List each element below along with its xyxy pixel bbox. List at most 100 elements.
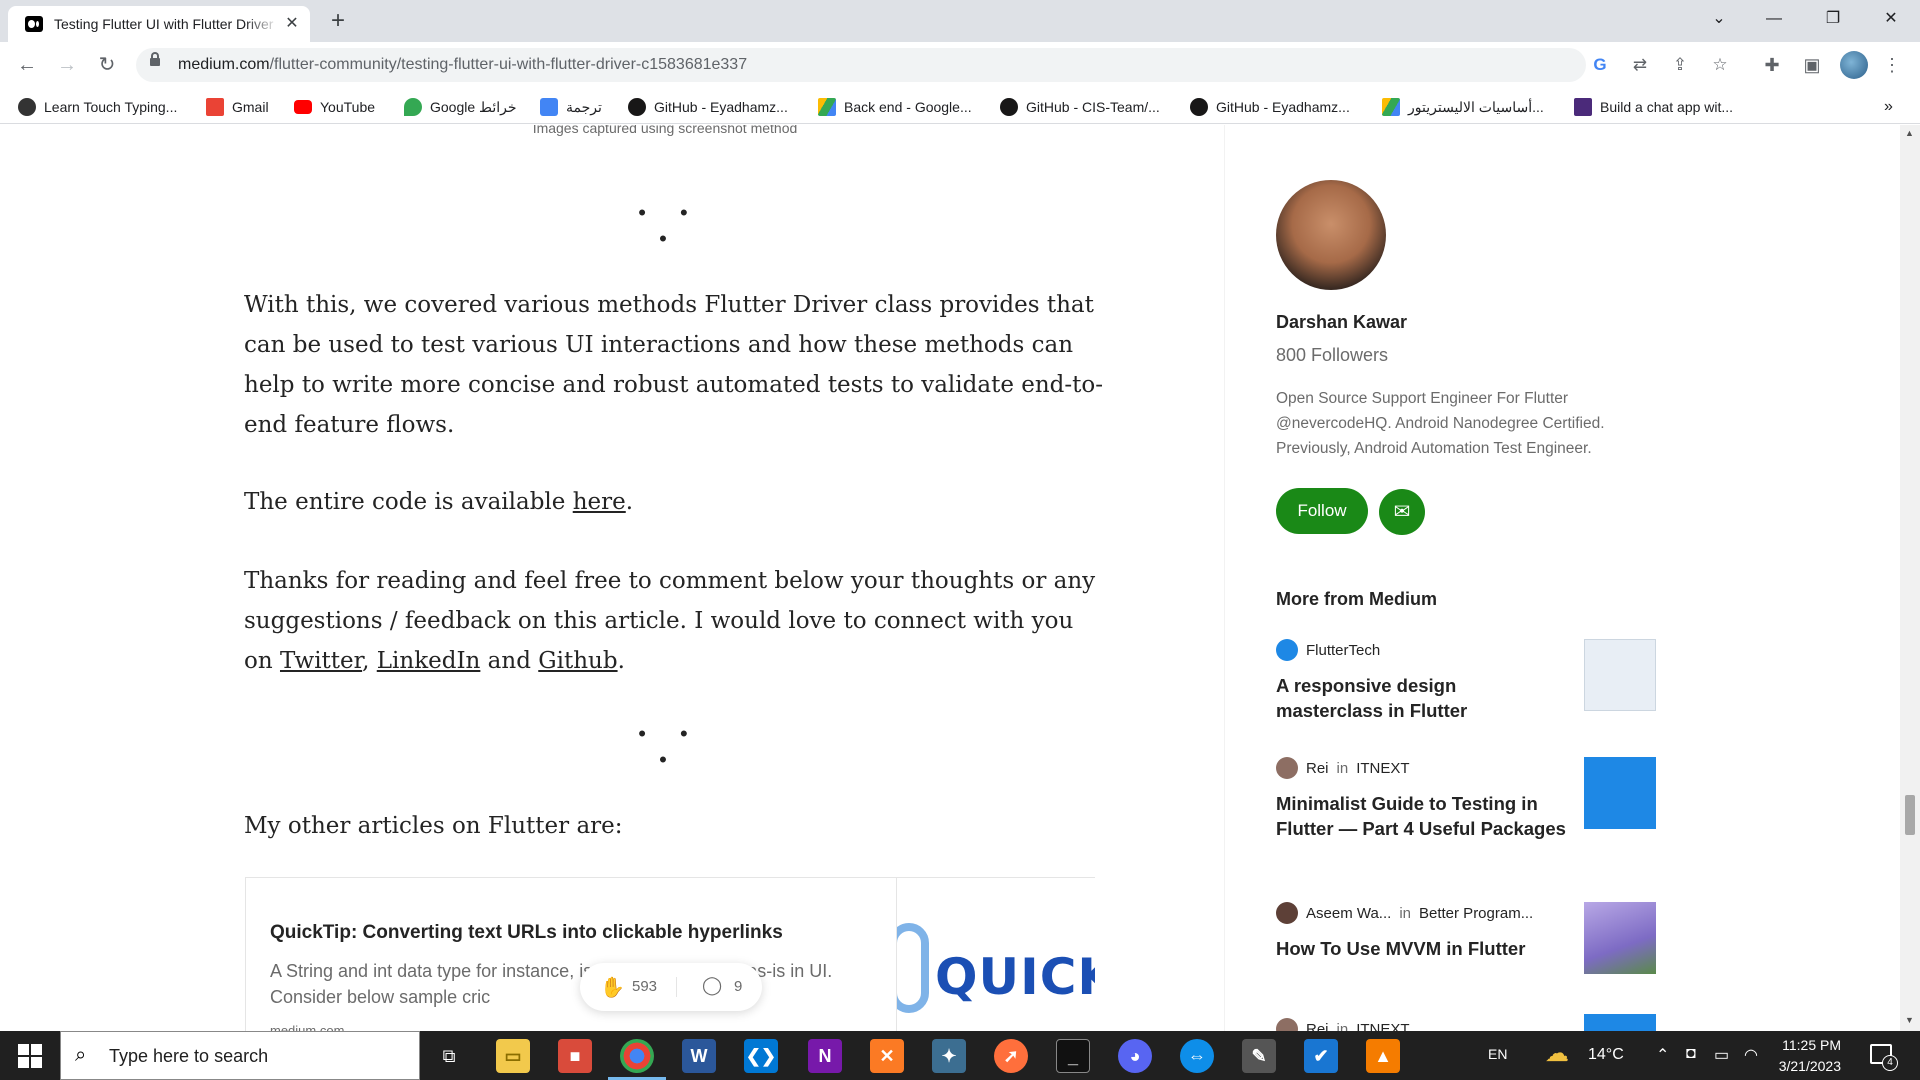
follow-button[interactable]: Follow [1276, 488, 1368, 534]
response-bubble-icon[interactable]: ◯ [702, 975, 722, 996]
page-scrollbar[interactable]: ▲ ▼ [1900, 125, 1920, 1031]
subscribe-email-icon[interactable]: ✉ [1379, 489, 1425, 535]
new-tab-button[interactable]: + [324, 8, 352, 36]
drive-icon [1382, 98, 1400, 116]
search-icon: ⌕ [75, 1044, 87, 1066]
story-title[interactable]: A responsive design masterclass in Flutt… [1276, 673, 1566, 723]
word-icon[interactable]: W [682, 1039, 716, 1073]
linkedin-link[interactable]: LinkedIn [377, 648, 481, 674]
restore-button[interactable]: ❐ [1810, 4, 1856, 34]
story-thumbnail[interactable] [1584, 639, 1656, 711]
profile-avatar[interactable] [1840, 51, 1868, 79]
address-bar[interactable]: medium.com/flutter-community/testing-flu… [136, 48, 1728, 82]
back-icon[interactable]: ← [12, 50, 42, 80]
drive-icon [818, 98, 836, 116]
discord-icon[interactable]: ◕ [1118, 1039, 1152, 1073]
bookmark-item[interactable]: Back end - Google... [818, 96, 972, 118]
menu-kebab-icon[interactable]: ⋮ [1878, 51, 1906, 79]
windows-start-icon[interactable] [18, 1044, 42, 1068]
typing-icon [18, 98, 36, 116]
translate-page-icon[interactable]: ⇄ [1628, 53, 1652, 77]
onenote-icon[interactable]: N [808, 1039, 842, 1073]
notification-count: 4 [1882, 1055, 1898, 1071]
bookmarks-overflow-icon[interactable]: » [1884, 96, 1893, 118]
extensions-icon[interactable]: ✚ [1758, 51, 1786, 79]
bookmark-item[interactable]: GitHub - Eyadhamz... [628, 96, 788, 118]
temperature[interactable]: 14°C [1588, 1046, 1624, 1064]
lock-icon[interactable] [150, 52, 160, 66]
task-view-icon[interactable]: ⧉ [432, 1039, 466, 1073]
github-icon [628, 98, 646, 116]
clap-icon[interactable]: ✋ [600, 975, 625, 1000]
recommended-story[interactable]: Rei in ITNEXT Minimalist Guide to Testin… [1276, 757, 1666, 867]
scroll-down-icon[interactable]: ▼ [1905, 1015, 1914, 1025]
todo-icon[interactable]: ✔ [1304, 1039, 1338, 1073]
author-avatar[interactable] [1276, 180, 1386, 290]
file-explorer-icon[interactable]: ▭ [496, 1039, 530, 1073]
bookmark-item[interactable]: Build a chat app wit... [1574, 96, 1733, 118]
bookmark-item[interactable]: GitHub - Eyadhamz... [1190, 96, 1350, 118]
screen-recorder-icon[interactable]: ■ [558, 1039, 592, 1073]
close-window-button[interactable]: ✕ [1868, 4, 1914, 34]
author-name[interactable]: Darshan Kawar [1276, 312, 1407, 333]
url-text[interactable]: medium.com/flutter-community/testing-flu… [178, 56, 747, 74]
reload-icon[interactable]: ↻ [92, 50, 122, 80]
tab-search-icon[interactable]: ⌄ [1696, 4, 1742, 34]
story-title[interactable]: How To Use MVVM in Flutter [1276, 936, 1566, 961]
section-separator: • • • [638, 721, 702, 772]
story-thumbnail[interactable] [1584, 757, 1656, 829]
vscode-icon[interactable]: ❮❯ [744, 1039, 778, 1073]
bookmark-star-icon[interactable]: ☆ [1708, 53, 1732, 77]
side-panel-icon[interactable]: ▣ [1798, 51, 1826, 79]
recommended-story[interactable]: Rei in ITNEXT [1276, 1014, 1666, 1031]
share-icon[interactable]: ⇪ [1668, 53, 1692, 77]
story-thumbnail[interactable] [1584, 902, 1656, 974]
bookmark-item[interactable]: Google خرائط [404, 96, 517, 118]
card-title: QuickTip: Converting text URLs into clic… [270, 922, 783, 943]
story-thumbnail[interactable] [1584, 1014, 1656, 1031]
author-icon [1276, 1018, 1298, 1031]
bookmark-item[interactable]: YouTube [294, 96, 375, 118]
recommended-story[interactable]: Aseem Wa... in Better Program... How To … [1276, 902, 1666, 982]
chrome-icon[interactable] [620, 1039, 654, 1073]
show-hidden-icons-icon[interactable]: ⌃ [1656, 1045, 1669, 1065]
terminal-icon[interactable]: _ [1056, 1039, 1090, 1073]
clock-date[interactable]: 3/21/2023 [1763, 1058, 1841, 1074]
clock-time[interactable]: 11:25 PM [1763, 1037, 1841, 1053]
more-from-heading: More from Medium [1276, 589, 1438, 609]
forward-icon[interactable]: → [52, 50, 82, 80]
bookmark-item[interactable]: Gmail [206, 96, 269, 118]
code-link[interactable]: here [573, 489, 626, 515]
teamviewer-icon[interactable]: ⇔ [1180, 1039, 1214, 1073]
postman-icon[interactable]: ➚ [994, 1039, 1028, 1073]
scroll-thumb[interactable] [1905, 795, 1915, 835]
minimize-button[interactable]: — [1751, 4, 1797, 34]
weather-cloud-icon[interactable]: ☁ [1545, 1039, 1569, 1068]
xampp-icon[interactable]: ✕ [870, 1039, 904, 1073]
quotes-graphic [897, 923, 929, 1013]
browser-tab[interactable]: Testing Flutter UI with Flutter Driver ✕ [8, 6, 310, 42]
twitter-link[interactable]: Twitter [280, 648, 362, 674]
floating-action-bar: ✋ 593 ◯ 9 [580, 963, 762, 1011]
article-paragraph: With this, we covered various methods Fl… [244, 292, 1104, 438]
camera-icon[interactable]: ◘ [1686, 1045, 1696, 1063]
recommended-story[interactable]: FlutterTech A responsive design mastercl… [1276, 639, 1666, 739]
scroll-up-icon[interactable]: ▲ [1905, 128, 1914, 138]
github-link[interactable]: Github [538, 648, 617, 674]
google-icon[interactable]: G [1588, 53, 1612, 77]
bookmark-item[interactable]: Learn Touch Typing... [18, 96, 177, 118]
dev-tool-icon[interactable]: ✎ [1242, 1039, 1276, 1073]
article-paragraph: The entire code is available here. [244, 489, 634, 515]
wifi-icon[interactable]: ◠ [1744, 1045, 1758, 1065]
follower-count[interactable]: 800 Followers [1276, 345, 1388, 366]
tab-close-icon[interactable]: ✕ [282, 14, 302, 34]
bookmark-item[interactable]: أساسيات الاليستريتور... [1382, 96, 1544, 118]
vlc-icon[interactable]: ▲ [1366, 1039, 1400, 1073]
input-language[interactable]: EN [1488, 1046, 1507, 1062]
story-title[interactable]: Minimalist Guide to Testing in Flutter —… [1276, 791, 1566, 841]
bookmark-item[interactable]: GitHub - CIS-Team/... [1000, 96, 1160, 118]
taskbar-search-box[interactable]: ⌕ Type here to search [60, 1031, 420, 1080]
database-tool-icon[interactable]: ✦ [932, 1039, 966, 1073]
battery-icon[interactable]: ▭ [1714, 1045, 1729, 1065]
bookmark-item[interactable]: ترجمة [540, 96, 602, 118]
